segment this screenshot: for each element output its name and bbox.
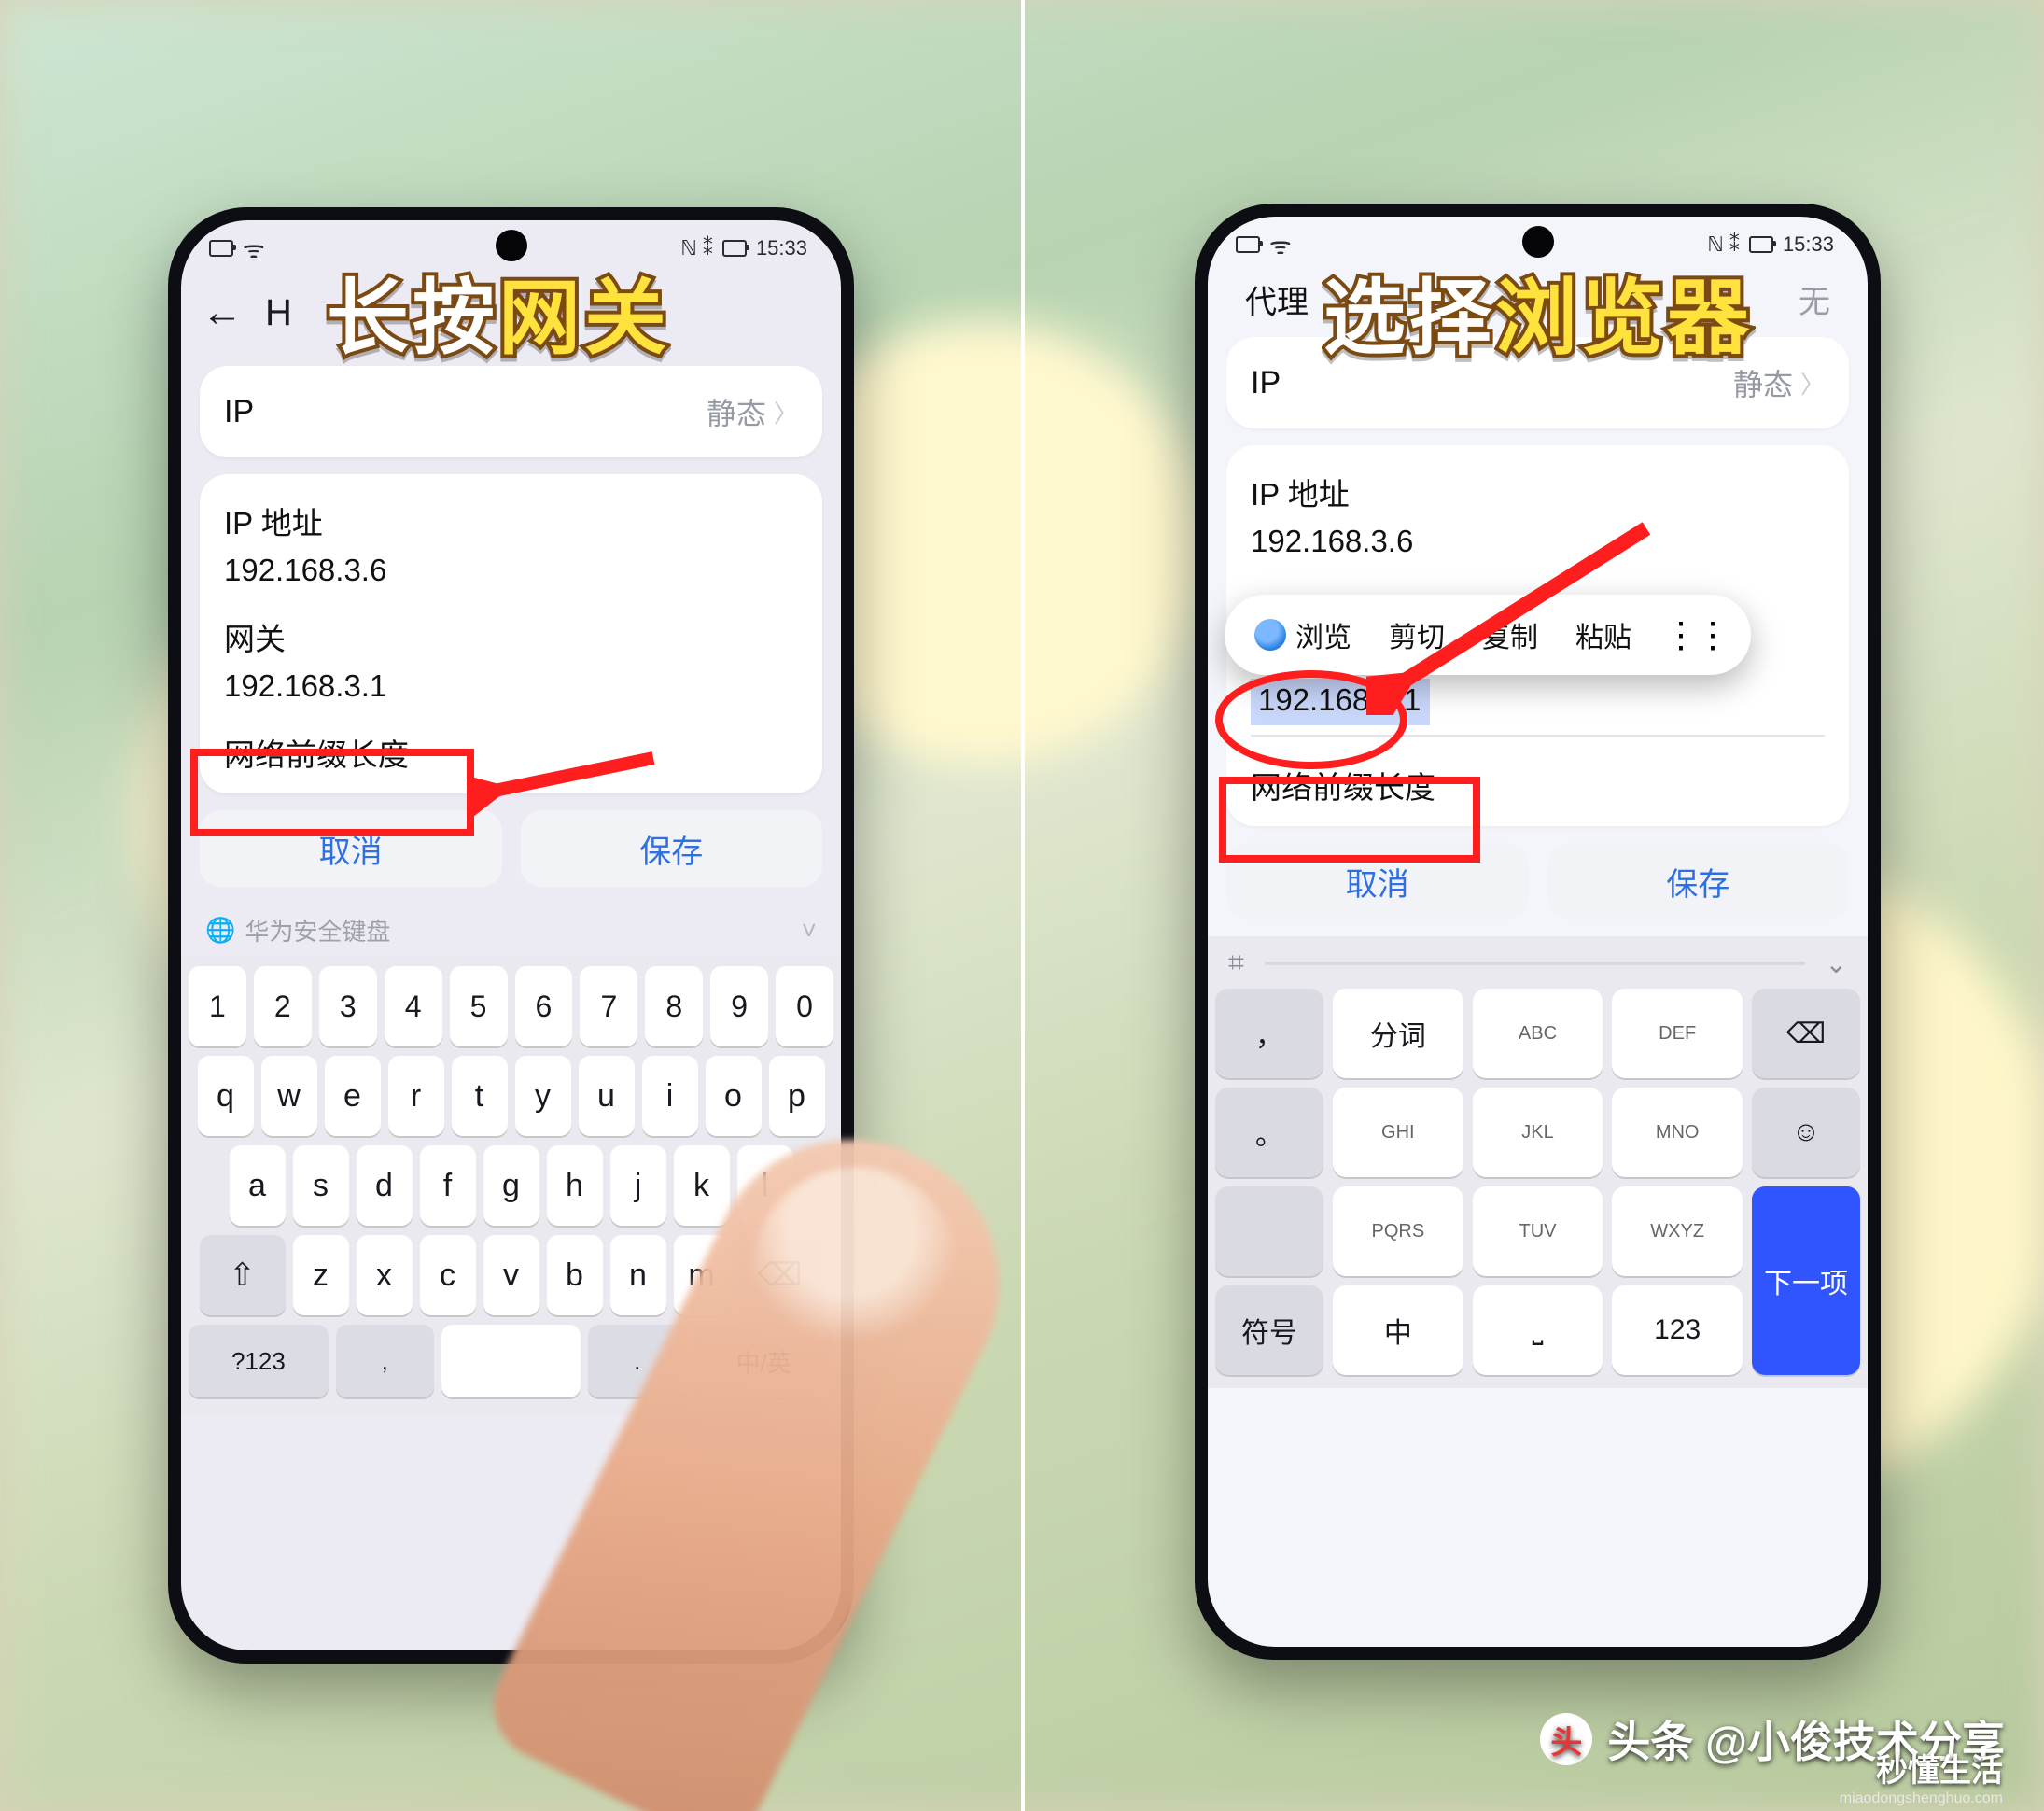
t9-keyboard: ⌗ ⌄ ， 分词 ABC DEF ⌫ 。 GHI JKL MNO ☺ PQRS … — [1208, 936, 1868, 1388]
key-g[interactable]: g — [483, 1145, 539, 1226]
chevron-right-icon: 〉 — [1800, 366, 1825, 400]
key-o[interactable]: o — [706, 1056, 762, 1136]
t9-ghi-key[interactable]: GHI — [1333, 1088, 1463, 1177]
t9-blank-key[interactable] — [1215, 1186, 1323, 1276]
key-t[interactable]: t — [452, 1056, 508, 1136]
key-n[interactable]: n — [610, 1235, 666, 1315]
globe-icon: 🌐 — [205, 916, 235, 945]
chevron-right-icon: 〉 — [774, 395, 798, 429]
key-2[interactable]: 2 — [254, 966, 312, 1046]
key-b[interactable]: b — [547, 1235, 603, 1315]
keyboard-collapse-icon[interactable]: ˅ — [802, 916, 817, 946]
ip-address-label: IP 地址 — [224, 498, 798, 543]
t9-emoji-key[interactable]: ☺ — [1752, 1088, 1860, 1177]
key-i[interactable]: i — [642, 1056, 698, 1136]
key-e[interactable]: e — [325, 1056, 381, 1136]
page-title: H — [265, 292, 292, 334]
key-5[interactable]: 5 — [450, 966, 508, 1046]
key-d[interactable]: d — [357, 1145, 413, 1226]
key-q[interactable]: q — [198, 1056, 254, 1136]
key-f[interactable]: f — [420, 1145, 476, 1226]
key-6[interactable]: 6 — [515, 966, 573, 1046]
key-0[interactable]: 0 — [776, 966, 833, 1046]
t9-zh-key[interactable]: 中 — [1333, 1285, 1463, 1375]
gateway-value[interactable]: 192.168.3.1 — [224, 668, 798, 704]
key-y[interactable]: y — [515, 1056, 571, 1136]
t9-next-key[interactable]: 下一项 — [1752, 1186, 1860, 1375]
key-4[interactable]: 4 — [385, 966, 442, 1046]
ip-address-value[interactable]: 192.168.3.6 — [224, 553, 798, 588]
key-k[interactable]: k — [674, 1145, 730, 1226]
t9-tuv-key[interactable]: TUV — [1473, 1186, 1603, 1276]
t9-abc-key[interactable]: ABC — [1473, 989, 1603, 1078]
keyboard-collapse-icon[interactable]: ⌄ — [1826, 948, 1847, 979]
status-icons: ℕ ⁑ — [680, 236, 713, 260]
symbols-key[interactable]: ?123 — [189, 1325, 329, 1397]
keyboard-header: 🌐华为安全键盘 ˅ — [181, 904, 841, 957]
save-button[interactable]: 保存 — [1547, 843, 1850, 920]
ip-mode-row[interactable]: IP 静态〉 — [224, 368, 798, 456]
comma-key[interactable]: , — [336, 1325, 434, 1397]
key-h[interactable]: h — [547, 1145, 603, 1226]
t9-fenci-key[interactable]: 分词 — [1333, 989, 1463, 1078]
key-v[interactable]: v — [483, 1235, 539, 1315]
t9-space-key[interactable]: ⎵ — [1473, 1285, 1603, 1375]
t9-pqrs-key[interactable]: PQRS — [1333, 1186, 1463, 1276]
key-r[interactable]: r — [388, 1056, 444, 1136]
key-8[interactable]: 8 — [645, 966, 703, 1046]
t9-comma-key[interactable]: ， — [1215, 989, 1323, 1078]
key-j[interactable]: j — [610, 1145, 666, 1226]
t9-backspace-key[interactable]: ⌫ — [1752, 989, 1860, 1078]
key-p[interactable]: p — [769, 1056, 825, 1136]
key-x[interactable]: x — [357, 1235, 413, 1315]
t9-num-key[interactable]: 123 — [1612, 1285, 1743, 1375]
watermark: 秒懂生活 miaodongshenghuo.com — [1840, 1745, 2003, 1807]
gateway-label: 网关 — [224, 614, 798, 659]
back-icon[interactable]: ← — [202, 289, 243, 336]
t9-dot-key[interactable]: 。 — [1215, 1088, 1323, 1177]
key-s[interactable]: s — [293, 1145, 349, 1226]
key-a[interactable]: a — [230, 1145, 286, 1226]
t9-jkl-key[interactable]: JKL — [1473, 1088, 1603, 1177]
key-7[interactable]: 7 — [580, 966, 637, 1046]
caption-left: 长按网关 — [327, 252, 670, 371]
key-w[interactable]: w — [261, 1056, 317, 1136]
ip-address-label: IP 地址 — [1251, 470, 1825, 514]
t9-def-key[interactable]: DEF — [1612, 989, 1743, 1078]
status-time: 15:33 — [756, 236, 807, 260]
context-browse[interactable]: 浏览 — [1236, 614, 1370, 655]
key-9[interactable]: 9 — [710, 966, 768, 1046]
toutiao-logo-icon: 头 — [1540, 1713, 1592, 1765]
t9-mno-key[interactable]: MNO — [1612, 1088, 1743, 1177]
t9-sym-key[interactable]: 符号 — [1215, 1285, 1323, 1375]
caption-right: 选择浏览器 — [1323, 252, 1753, 371]
key-1[interactable]: 1 — [189, 966, 246, 1046]
space-key[interactable] — [441, 1325, 581, 1397]
highlight-box-gateway — [190, 749, 474, 836]
key-z[interactable]: z — [293, 1235, 349, 1315]
shift-key[interactable]: ⇧ — [200, 1235, 286, 1315]
arrow-annotation-left — [467, 741, 672, 844]
grid-icon[interactable]: ⌗ — [1228, 948, 1244, 979]
browser-icon — [1254, 619, 1286, 651]
phone-frame-right: ᯤ ℕ ⁑15:33 代理 无 IP 静态〉 IP 地址 192.168.3.6… — [1195, 204, 1881, 1660]
arrow-annotation-right — [1366, 510, 1665, 715]
key-c[interactable]: c — [420, 1235, 476, 1315]
t9-wxyz-key[interactable]: WXYZ — [1612, 1186, 1743, 1276]
key-u[interactable]: u — [579, 1056, 635, 1136]
highlight-box-gateway-ip — [1219, 777, 1480, 863]
key-3[interactable]: 3 — [319, 966, 377, 1046]
